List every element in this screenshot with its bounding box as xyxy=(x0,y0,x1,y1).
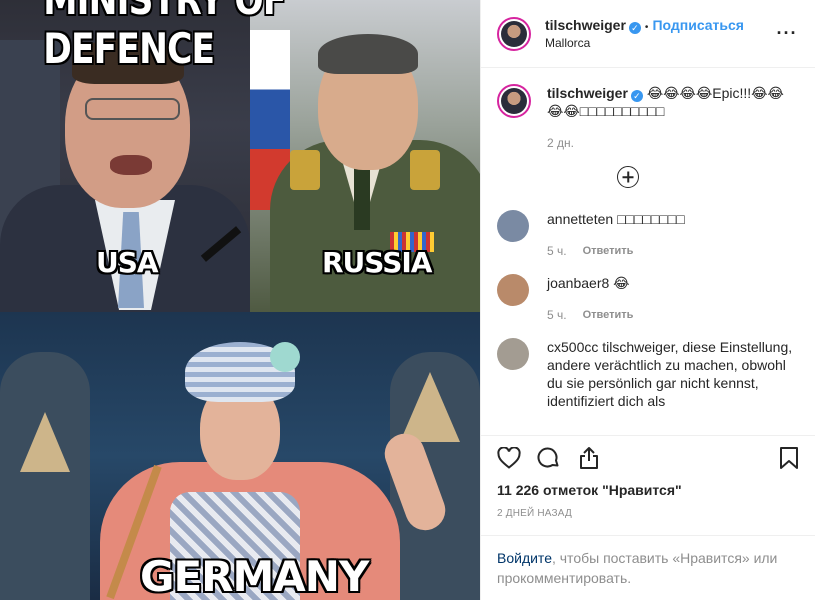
follow-button[interactable]: Подписаться xyxy=(652,17,744,33)
post-location[interactable]: Mallorca xyxy=(545,36,775,50)
caption-author-avatar[interactable] xyxy=(497,84,531,118)
instagram-post: MINISTRY OF DEFENCE USA RUSSIA GERMANY t… xyxy=(0,0,815,600)
login-link[interactable]: Войдите xyxy=(497,550,552,566)
plus-circle-icon[interactable] xyxy=(617,166,639,188)
reply-button[interactable]: Ответить xyxy=(583,242,634,260)
commenter-avatar[interactable] xyxy=(497,210,529,242)
meme-label-usa: USA xyxy=(96,246,159,279)
comment-text: □□□□□□□□ xyxy=(617,211,685,227)
meme-top-caption: MINISTRY OF DEFENCE xyxy=(43,0,286,73)
bookmark-icon xyxy=(780,447,798,469)
comment-item: annetteten □□□□□□□□ 5 ч. Ответить xyxy=(497,210,799,260)
commenter-avatar[interactable] xyxy=(497,274,529,306)
caption-username[interactable]: tilschweiger xyxy=(547,85,628,101)
comment-item: cx500cc tilschweiger, diese Einstellung,… xyxy=(497,338,799,410)
author-username[interactable]: tilschweiger xyxy=(545,17,626,33)
like-button[interactable] xyxy=(497,444,537,472)
save-button[interactable] xyxy=(759,444,799,472)
comment-username[interactable]: cx500cc xyxy=(547,339,598,355)
heart-icon xyxy=(497,447,521,469)
comment-button[interactable] xyxy=(537,444,577,472)
comment-time[interactable]: 5 ч. xyxy=(547,306,567,324)
share-icon xyxy=(580,447,598,469)
verified-badge-icon: ✓ xyxy=(630,90,643,102)
author-avatar[interactable] xyxy=(497,16,531,51)
comments-section: tilschweiger ✓ 😂😂😂😂Epic!!!😂😂😂😂□□□□□□□□□□ … xyxy=(481,68,815,435)
likes-count[interactable]: 11 226 отметок "Нравится" xyxy=(497,482,799,498)
post-header: tilschweiger ✓ • Подписаться Mallorca ··· xyxy=(481,0,815,68)
post-image[interactable]: MINISTRY OF DEFENCE USA RUSSIA GERMANY xyxy=(0,0,480,600)
comment-time[interactable]: 5 ч. xyxy=(547,242,567,260)
caption-time[interactable]: 2 дн. xyxy=(547,134,574,152)
commenter-avatar[interactable] xyxy=(497,338,529,370)
separator-dot: • xyxy=(644,22,649,33)
post-actions: 11 226 отметок "Нравится" 2 ДНЕЙ НАЗАД xyxy=(481,435,815,535)
post-sidebar: tilschweiger ✓ • Подписаться Mallorca ··· t… xyxy=(480,0,815,600)
verified-badge-icon: ✓ xyxy=(628,22,641,34)
share-button[interactable] xyxy=(577,444,617,472)
caption-item: tilschweiger ✓ 😂😂😂😂Epic!!!😂😂😂😂□□□□□□□□□□ … xyxy=(497,84,799,152)
post-timestamp[interactable]: 2 ДНЕЙ НАЗАД xyxy=(497,508,799,519)
reply-button[interactable]: Ответить xyxy=(583,306,634,324)
load-more-comments[interactable] xyxy=(497,166,799,188)
comment-icon xyxy=(537,447,559,468)
login-prompt: Войдите, чтобы поставить «Нравится» или … xyxy=(481,535,815,600)
comment-text: 😂 xyxy=(613,275,630,291)
meme-label-russia: RUSSIA xyxy=(322,246,432,279)
comment-username[interactable]: joanbaer8 xyxy=(547,275,609,291)
more-options-icon[interactable]: ··· xyxy=(775,23,799,44)
comment-username[interactable]: annetteten xyxy=(547,211,613,227)
meme-label-germany: GERMANY xyxy=(140,552,369,600)
comment-item: joanbaer8 😂 5 ч. Ответить xyxy=(497,274,799,324)
